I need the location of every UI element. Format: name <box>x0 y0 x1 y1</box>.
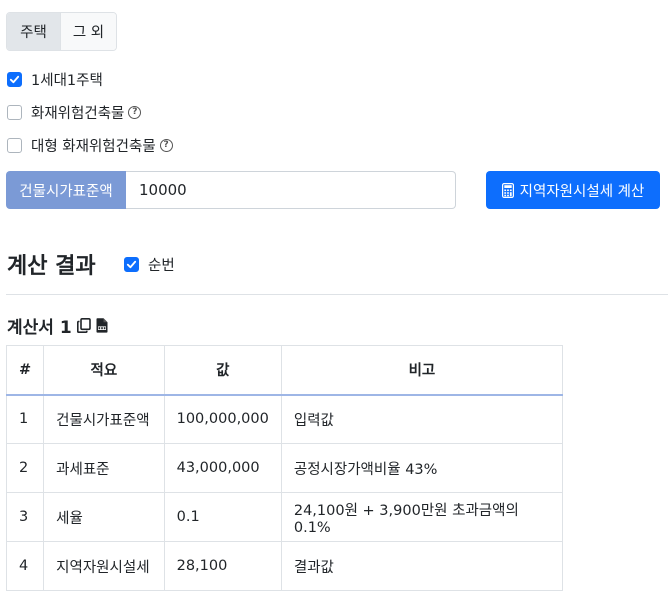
table-row: 4 지역자원시설세 28,100 결과값 <box>5 541 564 591</box>
header-note: 비고 <box>280 345 564 396</box>
table-row: 2 과세표준 43,000,000 공정시장가액비율 43% <box>5 443 564 493</box>
cell-value: 43,000,000 <box>163 443 282 493</box>
cell-index: 2 <box>5 443 45 493</box>
checkbox-large-fire-risk[interactable] <box>7 138 22 153</box>
tab-house[interactable]: 주택 <box>7 13 61 50</box>
option-label: 대형 화재위험건축물 <box>31 139 156 155</box>
table-header-row: # 적요 값 비고 <box>5 345 564 396</box>
document-title: 계산서 1 <box>7 313 108 338</box>
tab-other[interactable]: 그 외 <box>61 13 116 50</box>
building-value-label: 건물시가표준액 <box>6 171 126 209</box>
header-index: # <box>5 345 45 396</box>
help-icon[interactable]: ? <box>128 106 142 119</box>
building-value-group: 건물시가표준액 <box>6 171 456 209</box>
cell-index: 3 <box>5 492 45 542</box>
table-row: 3 세율 0.1 24,100원 + 3,900만원 초과금액의 0.1% <box>5 492 564 542</box>
checkbox-sunbeon[interactable] <box>124 257 139 272</box>
cell-item: 과세표준 <box>43 443 165 493</box>
cell-index: 4 <box>5 541 45 591</box>
cell-value: 100,000,000 <box>163 394 282 444</box>
cell-value: 0.1 <box>163 492 282 542</box>
check-icon <box>9 75 20 84</box>
cell-note: 24,100원 + 3,900만원 초과금액의 0.1% <box>280 492 564 542</box>
divider <box>6 294 668 295</box>
type-tabs: 주택 그 외 <box>6 12 117 51</box>
help-icon[interactable]: ? <box>159 139 173 152</box>
checkbox-fire-risk[interactable] <box>7 105 22 120</box>
cell-item: 지역자원시설세 <box>43 541 165 591</box>
cell-item: 세율 <box>43 492 165 542</box>
header-value: 값 <box>163 345 282 396</box>
cell-item: 건물시가표준액 <box>43 394 165 444</box>
sunbeon-label: 순번 <box>148 258 175 274</box>
result-title: 계산 결과 <box>7 254 96 279</box>
calculator-icon <box>501 182 514 198</box>
option-fire-risk[interactable]: 화재위험건축물 ? <box>7 102 142 123</box>
header-item: 적요 <box>43 345 165 396</box>
checkbox-one-household[interactable] <box>7 72 22 87</box>
building-value-input[interactable] <box>126 171 456 209</box>
cell-value: 28,100 <box>163 541 282 591</box>
document-title-text: 계산서 1 <box>7 318 72 338</box>
option-label: 화재위험건축물 <box>31 106 125 122</box>
option-one-household[interactable]: 1세대1주택 <box>7 69 103 90</box>
cell-note: 입력값 <box>280 394 564 444</box>
calculate-button[interactable]: 지역자원시설세 계산 <box>486 171 660 209</box>
option-sunbeon[interactable]: 순번 <box>124 254 175 275</box>
cell-index: 1 <box>5 394 45 444</box>
option-large-fire-risk[interactable]: 대형 화재위험건축물 ? <box>7 135 173 156</box>
option-label: 1세대1주택 <box>31 73 103 89</box>
csv-file-icon[interactable] <box>96 318 108 333</box>
copy-icon[interactable] <box>76 318 91 333</box>
cell-note: 공정시장가액비율 43% <box>280 443 564 493</box>
check-icon <box>126 260 137 269</box>
cell-note: 결과값 <box>280 541 564 591</box>
calculate-button-label: 지역자원시설세 계산 <box>519 183 645 200</box>
result-table: # 적요 값 비고 1 건물시가표준액 100,000,000 입력값 2 과세… <box>5 345 564 591</box>
table-row: 1 건물시가표준액 100,000,000 입력값 <box>5 394 564 444</box>
